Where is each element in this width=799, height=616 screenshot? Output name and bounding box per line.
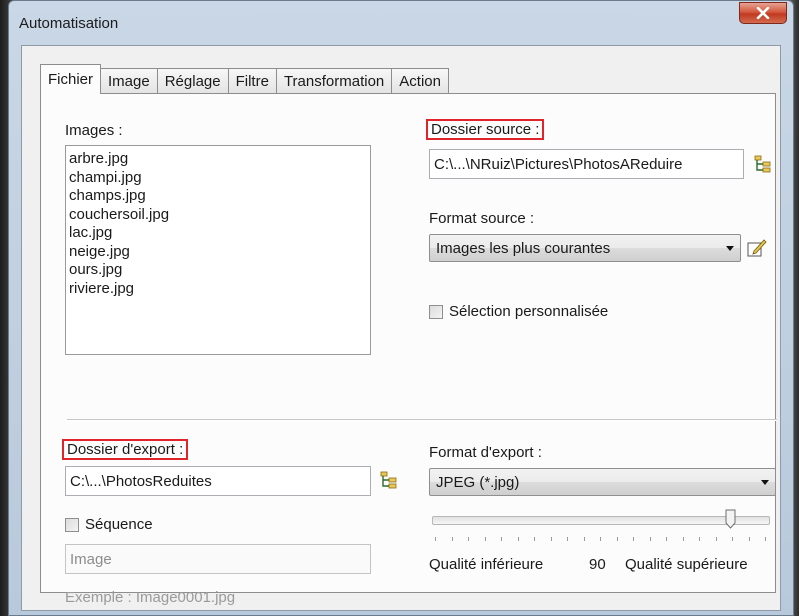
source-format-value: Images les plus courantes xyxy=(436,239,611,257)
slider-tick xyxy=(534,537,535,541)
slider-tick xyxy=(732,537,733,541)
custom-selection-checkbox[interactable] xyxy=(429,304,443,319)
tab-reglage[interactable]: Réglage xyxy=(156,68,229,94)
quality-slider-ticks xyxy=(435,537,767,541)
chevron-down-icon xyxy=(761,479,769,485)
sequence-name-field[interactable]: Image xyxy=(65,544,371,574)
title-bar[interactable]: Automatisation xyxy=(9,1,793,45)
custom-selection-row[interactable]: Sélection personnalisée xyxy=(429,303,608,320)
list-item[interactable]: couchersoil.jpg xyxy=(69,206,370,225)
slider-tick xyxy=(468,537,469,541)
slider-tick xyxy=(748,537,750,541)
section-divider xyxy=(67,419,777,421)
slider-tick xyxy=(765,537,766,541)
list-item[interactable]: neige.jpg xyxy=(69,243,370,262)
slider-tick xyxy=(435,537,436,541)
sequence-example-text: Exemple : Image0001.jpg xyxy=(65,589,236,606)
chevron-down-icon xyxy=(726,245,734,251)
sequence-label: Séquence xyxy=(85,516,153,533)
tab-fichier[interactable]: Fichier xyxy=(40,64,102,94)
list-item[interactable]: riviere.jpg xyxy=(69,280,370,299)
source-folder-field[interactable]: C:\...\NRuiz\Pictures\PhotosAReduire xyxy=(429,149,744,179)
slider-tick xyxy=(501,537,502,541)
slider-tick xyxy=(567,537,568,541)
export-folder-label: Dossier d'export : xyxy=(62,439,189,460)
export-folder-browse-button[interactable] xyxy=(377,468,401,492)
source-format-edit-button[interactable] xyxy=(745,236,769,260)
slider-tick xyxy=(666,537,667,541)
list-item[interactable]: lac.jpg xyxy=(69,224,370,243)
slider-tick xyxy=(715,537,717,541)
list-item[interactable]: champi.jpg xyxy=(69,169,370,188)
source-format-label: Format source : xyxy=(429,210,535,227)
slider-tick xyxy=(583,537,585,541)
window-title: Automatisation xyxy=(19,15,119,32)
slider-tick xyxy=(616,537,618,541)
tab-filtre[interactable]: Filtre xyxy=(227,68,277,94)
close-icon xyxy=(756,7,770,19)
slider-tick xyxy=(633,537,634,541)
tab-image[interactable]: Image xyxy=(100,68,158,94)
images-list[interactable]: arbre.jpg champi.jpg champs.jpg couchers… xyxy=(65,145,371,355)
tab-strip: Fichier Image Réglage Filtre Transformat… xyxy=(40,64,449,94)
slider-tick xyxy=(550,537,552,541)
automation-dialog: Automatisation Fichier Image Réglage Fil… xyxy=(8,0,794,616)
tab-transformation[interactable]: Transformation xyxy=(275,68,393,94)
quality-max-label: Qualité supérieure xyxy=(625,556,748,573)
slider-tick xyxy=(451,537,453,541)
list-item[interactable]: champs.jpg xyxy=(69,187,370,206)
slider-tick xyxy=(682,537,684,541)
export-format-dropdown[interactable]: JPEG (*.jpg) xyxy=(429,468,776,496)
slider-tick xyxy=(517,537,519,541)
slider-tick xyxy=(600,537,601,541)
folder-tree-icon xyxy=(380,471,397,489)
export-format-value: JPEG (*.jpg) xyxy=(436,473,520,491)
tab-action[interactable]: Action xyxy=(391,68,449,94)
export-format-label: Format d'export : xyxy=(429,444,542,461)
source-format-dropdown[interactable]: Images les plus courantes xyxy=(429,234,741,262)
slider-tick xyxy=(699,537,700,541)
slider-tick xyxy=(484,537,486,541)
list-item[interactable]: arbre.jpg xyxy=(69,150,370,169)
custom-selection-label: Sélection personnalisée xyxy=(449,303,609,320)
list-item[interactable]: ours.jpg xyxy=(69,261,370,280)
sequence-checkbox[interactable] xyxy=(65,517,79,532)
quality-slider-track[interactable] xyxy=(432,516,770,525)
fichier-panel: Images : arbre.jpg champi.jpg champs.jpg… xyxy=(40,93,777,606)
slider-tick xyxy=(649,537,651,541)
edit-pencil-icon xyxy=(747,239,767,257)
images-label: Images : xyxy=(65,122,123,139)
quality-slider-thumb[interactable] xyxy=(725,509,736,529)
export-folder-field[interactable]: C:\...\PhotosReduites xyxy=(65,466,371,496)
folder-tree-icon xyxy=(754,155,771,173)
source-folder-label: Dossier source : xyxy=(426,119,545,140)
quality-value: 90 xyxy=(589,556,606,573)
close-button[interactable] xyxy=(739,2,787,24)
source-folder-browse-button[interactable] xyxy=(751,152,775,176)
dialog-client-area: Fichier Image Réglage Filtre Transformat… xyxy=(21,45,781,611)
sequence-row[interactable]: Séquence xyxy=(65,516,153,533)
quality-min-label: Qualité inférieure xyxy=(429,556,544,573)
